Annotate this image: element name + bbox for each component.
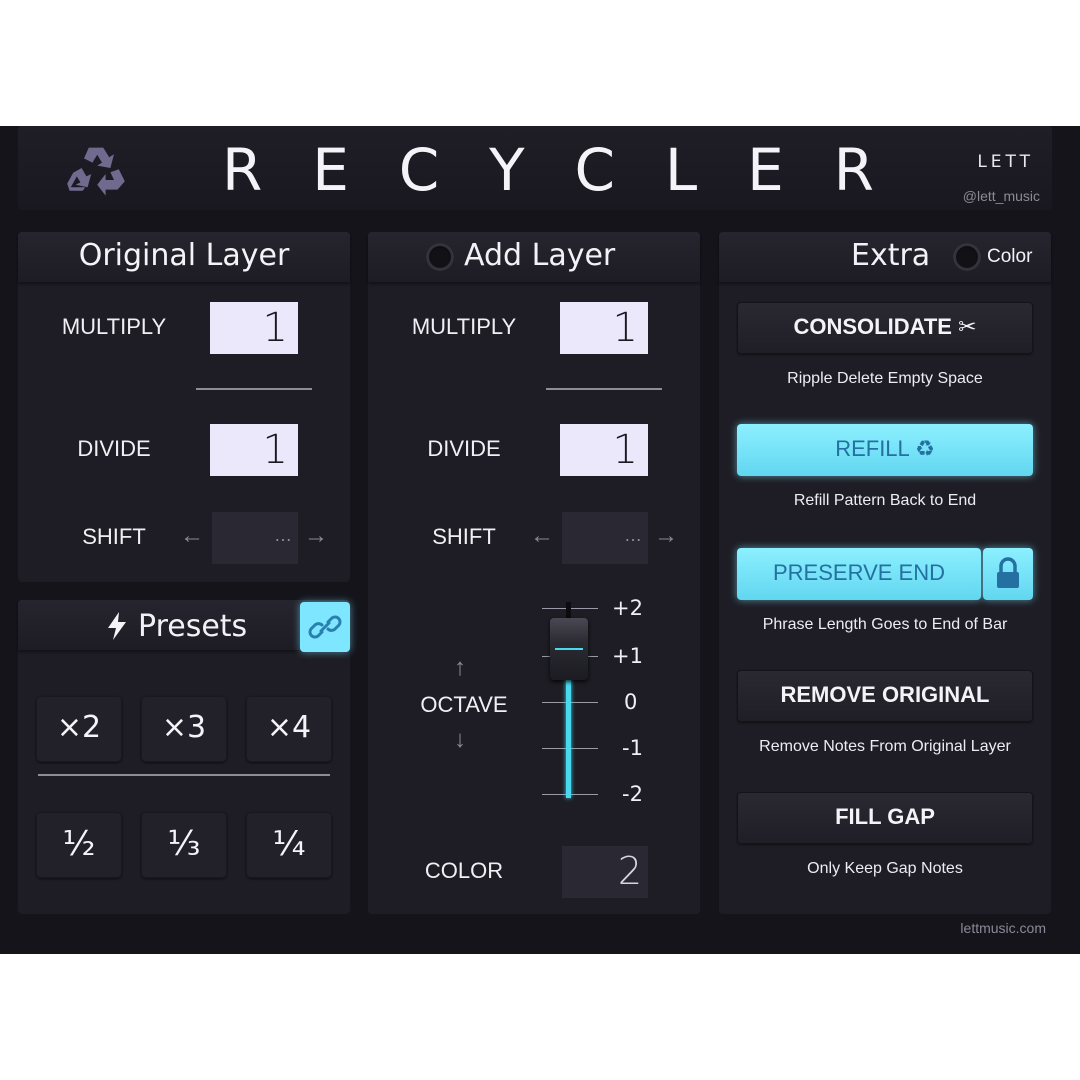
add-layer-panel: Add Layer MULTIPLY 1 DIVIDE 1 SHIFT ← … … xyxy=(368,232,700,914)
multiply-input[interactable]: 1 xyxy=(210,302,298,354)
divide-input[interactable]: 1 xyxy=(210,424,298,476)
panel-header: Original Layer xyxy=(18,232,350,282)
octave-tick-label: -1 xyxy=(622,736,643,760)
recycler-window: R E C Y C L E R LETT @lett_music Origina… xyxy=(0,126,1080,954)
octave-tick-label: +1 xyxy=(612,644,643,668)
preset-multiply-2[interactable]: ×2 xyxy=(36,696,122,762)
panel-title: Original Layer xyxy=(78,238,290,273)
title-letter: C xyxy=(574,136,615,204)
multiply-label: MULTIPLY xyxy=(61,314,167,339)
panel-title: Add Layer xyxy=(464,238,616,273)
consolidate-button[interactable]: CONSOLIDATE ✂ xyxy=(737,302,1033,354)
remove-original-button[interactable]: REMOVE ORIGINAL xyxy=(737,670,1033,722)
shift-left-arrow[interactable]: ← xyxy=(180,522,204,550)
consolidate-description: Ripple Delete Empty Space xyxy=(787,370,983,387)
shift-input[interactable]: … xyxy=(212,512,298,564)
preset-divide-4[interactable]: ¼ xyxy=(246,812,332,878)
fill-gap-button[interactable]: FILL GAP xyxy=(737,792,1033,844)
shift-right-arrow[interactable]: → xyxy=(304,522,328,550)
title-letter: R xyxy=(833,136,874,204)
color-input[interactable]: 2 xyxy=(562,846,648,898)
refill-button[interactable]: REFILL ♻ xyxy=(737,424,1033,476)
shift-left-arrow[interactable]: ← xyxy=(530,522,554,550)
presets-title: Presets xyxy=(106,606,247,646)
link-icon xyxy=(308,615,342,639)
footer-website: lettmusic.com xyxy=(960,920,1046,936)
title-letter: E xyxy=(312,136,349,204)
octave-up-arrow: ↑ xyxy=(454,654,466,681)
refill-description: Refill Pattern Back to End xyxy=(793,492,977,509)
link-button[interactable] xyxy=(300,602,350,652)
fraction-divider xyxy=(546,388,662,390)
octave-down-arrow: ↓ xyxy=(454,726,466,753)
divide-input[interactable]: 1 xyxy=(560,424,648,476)
slider-thumb[interactable] xyxy=(550,618,588,680)
panel-title: Extra xyxy=(851,238,931,273)
octave-tick-label: +2 xyxy=(612,596,643,620)
header-bar: R E C Y C L E R LETT @lett_music xyxy=(18,126,1052,210)
fraction-divider xyxy=(196,388,312,390)
remove-original-description: Remove Notes From Original Layer xyxy=(759,738,1011,755)
brand-label: LETT xyxy=(977,152,1034,172)
preserve-end-button[interactable]: PRESERVE END xyxy=(737,548,981,600)
shift-label: SHIFT xyxy=(432,524,496,549)
divide-label: DIVIDE xyxy=(77,436,151,461)
octave-label: OCTAVE xyxy=(420,692,508,717)
color-toggle[interactable] xyxy=(953,243,981,271)
preserve-end-description: Phrase Length Goes to End of Bar xyxy=(762,616,1008,633)
original-layer-panel: Original Layer MULTIPLY 1 DIVIDE 1 SHIFT… xyxy=(18,232,350,582)
title-letter: C xyxy=(398,136,440,204)
preset-multiply-3[interactable]: ×3 xyxy=(141,696,227,762)
title-letter: E xyxy=(747,136,784,204)
color-label: COLOR xyxy=(424,858,504,883)
extra-panel: Extra Color CONSOLIDATE ✂ Ripple Delete … xyxy=(719,232,1051,914)
slider-fill xyxy=(566,660,571,798)
shift-label: SHIFT xyxy=(82,524,146,549)
multiply-input[interactable]: 1 xyxy=(560,302,648,354)
shift-right-arrow[interactable]: → xyxy=(654,522,678,550)
preset-divide-2[interactable]: ½ xyxy=(36,812,122,878)
lightning-icon xyxy=(108,612,126,640)
octave-tick-label: -2 xyxy=(622,782,643,806)
presets-title-label: Presets xyxy=(138,608,248,644)
title-letter: R xyxy=(222,136,263,204)
title-letter: L xyxy=(664,136,698,204)
multiply-label: MULTIPLY xyxy=(411,314,517,339)
app-title: R E C Y C L E R xyxy=(198,136,898,204)
recycle-icon xyxy=(67,147,125,196)
color-toggle-label: Color xyxy=(987,246,1033,267)
divide-label: DIVIDE xyxy=(427,436,501,461)
preset-divider xyxy=(38,774,330,776)
lock-button[interactable] xyxy=(983,548,1033,600)
shift-input[interactable]: … xyxy=(562,512,648,564)
social-handle: @lett_music xyxy=(962,188,1040,204)
preset-multiply-4[interactable]: ×4 xyxy=(246,696,332,762)
octave-tick-label: 0 xyxy=(624,690,638,714)
lock-icon xyxy=(997,557,1019,588)
add-layer-toggle[interactable] xyxy=(426,243,454,271)
title-letter: Y xyxy=(489,136,525,204)
presets-panel: Presets ×2 ×3 ×4 ½ ⅓ ¼ xyxy=(18,600,350,914)
preset-divide-3[interactable]: ⅓ xyxy=(141,812,227,878)
fill-gap-description: Only Keep Gap Notes xyxy=(807,860,963,877)
octave-slider[interactable]: +2 +1 0 -1 -2 xyxy=(542,596,682,832)
